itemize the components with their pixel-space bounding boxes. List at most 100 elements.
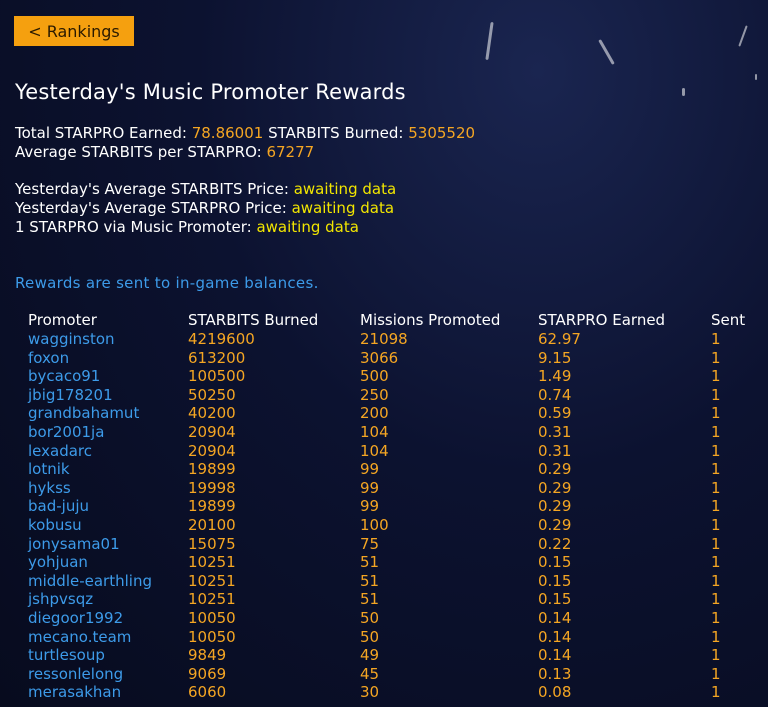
starpro-earned-cell: 0.14: [538, 646, 572, 665]
promoter-cell[interactable]: middle-earthling: [28, 572, 188, 591]
sent-cell: 1: [711, 478, 721, 497]
starpro-earned-cell: 0.22: [538, 534, 572, 553]
starbits-burned-cell: 10251: [188, 553, 236, 572]
starbits-burned-cell: 40200: [188, 404, 236, 423]
missions-promoted-cell: 75: [360, 534, 380, 553]
promoter-cell[interactable]: bad-juju: [28, 497, 188, 516]
avg-starbits-price-label: Yesterday's Average STARBITS Price:: [15, 180, 289, 198]
sent-cell: 1: [711, 497, 721, 516]
table-row: middle-earthling 10251 51 0.15 1: [28, 572, 751, 591]
promoter-cell[interactable]: diegoor1992: [28, 609, 188, 628]
starbits-burned-cell: 4219600: [188, 330, 255, 348]
table-row: yohjuan 10251 51 0.15 1: [28, 553, 751, 572]
starbits-burned-label: STARBITS Burned:: [268, 124, 404, 142]
starbits-burned-cell: 50250: [188, 385, 236, 404]
sent-cell: 1: [711, 534, 721, 553]
background-streak: [598, 39, 615, 65]
starbits-burned-cell: 10050: [188, 608, 236, 627]
missions-promoted-cell: 30: [360, 683, 380, 702]
promoter-cell[interactable]: grandbahamut: [28, 404, 188, 423]
total-starpro-label: Total STARPRO Earned:: [15, 124, 187, 142]
missions-promoted-cell: 45: [360, 664, 380, 683]
avg-starpro-price-label: Yesterday's Average STARPRO Price:: [15, 199, 287, 217]
promoter-cell[interactable]: turtlesoup: [28, 646, 188, 665]
sent-cell: 1: [711, 571, 721, 590]
table-row: mecano.team 10050 50 0.14 1: [28, 628, 751, 647]
starbits-burned-cell: 19899: [188, 460, 236, 479]
table-row: bycaco91 100500 500 1.49 1: [28, 367, 751, 386]
promoter-cell[interactable]: kobusu: [28, 516, 188, 535]
promoter-cell[interactable]: jbig178201: [28, 386, 188, 405]
promoter-cell[interactable]: yohjuan: [28, 553, 188, 572]
promoter-cell[interactable]: lotnik: [28, 460, 188, 479]
starbits-burned-cell: 100500: [188, 367, 246, 386]
background-streak: [738, 25, 748, 47]
table-row: lexadarc 20904 104 0.31 1: [28, 442, 751, 461]
table-row: diegoor1992 10050 50 0.14 1: [28, 609, 751, 628]
promoter-cell[interactable]: ressonlelong: [28, 665, 188, 684]
background-streak: [682, 88, 685, 96]
table-row: lotnik 19899 99 0.29 1: [28, 460, 751, 479]
starpro-earned-cell: 62.97: [538, 330, 581, 348]
promoter-cell[interactable]: mecano.team: [28, 628, 188, 647]
rewards-table: Promoter STARBITS Burned Missions Promot…: [28, 310, 751, 702]
sent-cell: 1: [711, 330, 721, 348]
promoter-cell[interactable]: hykss: [28, 479, 188, 498]
starbits-burned-cell: 10251: [188, 571, 236, 590]
starbits-burned-cell: 9849: [188, 646, 227, 665]
table-row: jonysama01 15075 75 0.22 1: [28, 535, 751, 554]
starbits-burned-cell: 10050: [188, 627, 236, 646]
table-row: jshpvsqz 10251 51 0.15 1: [28, 590, 751, 609]
avg-starbits-label: Average STARBITS per STARPRO:: [15, 143, 262, 161]
starpro-earned-cell: 0.29: [538, 515, 572, 534]
promoter-cell[interactable]: wagginston: [28, 330, 188, 349]
missions-promoted-cell: 50: [360, 627, 380, 646]
starbits-burned-cell: 19899: [188, 497, 236, 516]
starpro-earned-cell: 0.15: [538, 571, 572, 590]
promoter-cell[interactable]: jshpvsqz: [28, 590, 188, 609]
promoter-cell[interactable]: jonysama01: [28, 535, 188, 554]
header-sent: Sent: [711, 311, 746, 329]
starpro-earned-cell: 9.15: [538, 348, 572, 367]
table-row: bad-juju 19899 99 0.29 1: [28, 497, 751, 516]
sent-cell: 1: [711, 404, 721, 423]
missions-promoted-cell: 51: [360, 571, 380, 590]
background-streak: [485, 21, 494, 61]
sent-cell: 1: [711, 627, 721, 646]
promoter-cell[interactable]: bycaco91: [28, 367, 188, 386]
table-row: bor2001ja 20904 104 0.31 1: [28, 423, 751, 442]
starpro-earned-cell: 0.59: [538, 404, 572, 423]
starbits-burned-cell: 20100: [188, 515, 236, 534]
starbits-burned-cell: 20904: [188, 422, 236, 441]
rewards-note: Rewards are sent to in-game balances.: [15, 274, 319, 292]
table-row: foxon 613200 3066 9.15 1: [28, 349, 751, 368]
starpro-earned-cell: 0.13: [538, 664, 572, 683]
sent-cell: 1: [711, 553, 721, 572]
missions-promoted-cell: 99: [360, 478, 380, 497]
missions-promoted-cell: 50: [360, 608, 380, 627]
starbits-burned-cell: 6060: [188, 683, 227, 702]
avg-starbits-value: 67277: [266, 143, 315, 161]
table-row: wagginston 4219600 21098 62.97 1: [28, 330, 751, 349]
missions-promoted-cell: 51: [360, 553, 380, 572]
starpro-earned-cell: 0.08: [538, 683, 572, 702]
avg-starbits-price-value: awaiting data: [293, 180, 397, 198]
starpro-earned-cell: 1.49: [538, 367, 572, 386]
promoter-cell[interactable]: bor2001ja: [28, 423, 188, 442]
avg-starpro-price-value: awaiting data: [291, 199, 395, 217]
promoter-cell[interactable]: foxon: [28, 349, 188, 368]
starpro-earned-cell: 0.31: [538, 422, 572, 441]
promoter-cell[interactable]: merasakhan: [28, 683, 188, 702]
price-line-3: 1 STARPRO via Music Promoter: awaiting d…: [15, 218, 475, 237]
sent-cell: 1: [711, 367, 721, 386]
missions-promoted-cell: 51: [360, 590, 380, 609]
missions-promoted-cell: 104: [360, 441, 389, 460]
back-to-rankings-button[interactable]: < Rankings: [14, 16, 134, 46]
starpro-earned-cell: 0.15: [538, 590, 572, 609]
missions-promoted-cell: 21098: [360, 330, 408, 348]
starpro-earned-cell: 0.31: [538, 441, 572, 460]
missions-promoted-cell: 99: [360, 497, 380, 516]
background-streak: [755, 74, 757, 80]
promoter-cell[interactable]: lexadarc: [28, 442, 188, 461]
sent-cell: 1: [711, 608, 721, 627]
